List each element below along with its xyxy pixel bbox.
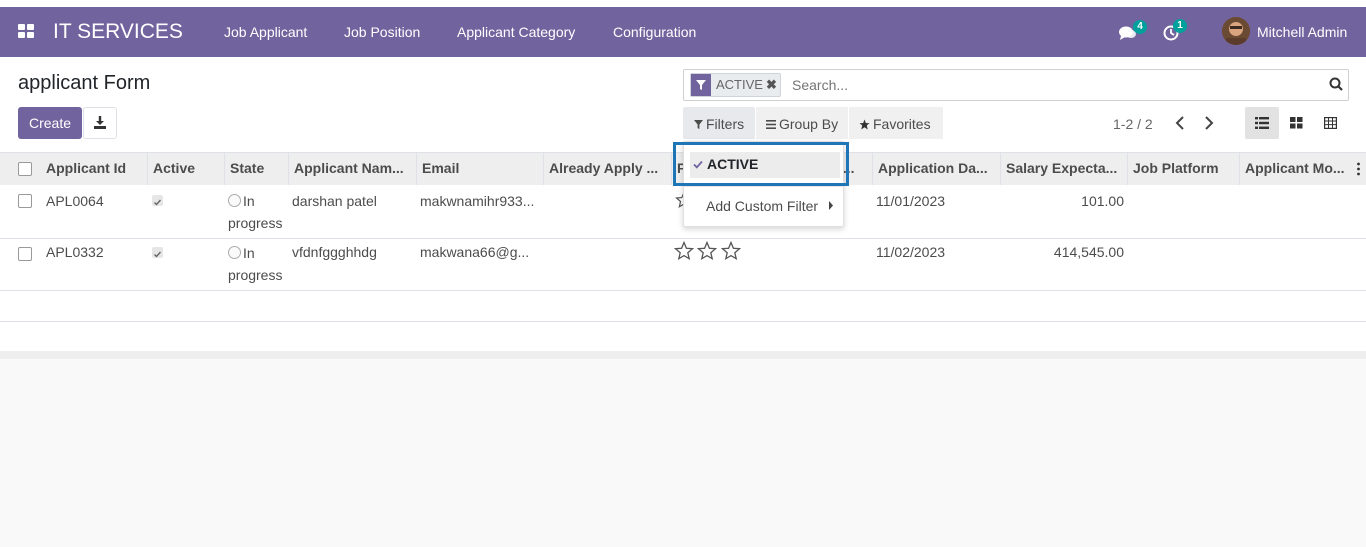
column-active[interactable]: Active [147,153,225,185]
application-date: 11/01/2023 [876,193,946,209]
applicant-name: darshan patel [292,193,377,209]
state-radio-icon [228,246,241,259]
create-button[interactable]: Create [18,107,82,139]
pager-previous-icon[interactable] [1174,115,1186,134]
applicant-name: vfdnfggghhdg [292,244,377,260]
page-title: applicant Form [18,72,151,94]
list-view-button[interactable] [1245,107,1279,139]
applicant-id: APL0064 [46,193,104,209]
activity-badge: 1 [1173,19,1187,33]
table-footer-bar [0,351,1366,359]
pager-value[interactable]: 1-2 / 2 [1113,116,1153,132]
kanban-view-button[interactable] [1280,107,1313,139]
messages-badge: 4 [1133,20,1147,34]
column-salary-expectation[interactable]: Salary Expecta... [1000,153,1128,185]
app-grid-icon[interactable] [18,24,35,39]
salary-expectation: 101.00 [1081,193,1124,209]
top-strip [0,0,1366,7]
select-all-checkbox[interactable] [18,162,32,176]
column-applicant-mobile[interactable]: Applicant Mo... [1239,153,1353,185]
search-input[interactable] [790,76,1314,94]
group-by-icon [766,120,776,129]
kanban-view-icon [1290,117,1303,129]
application-date: 11/02/2023 [876,244,946,260]
favorites-label: Favorites [873,116,931,132]
optional-columns-icon[interactable] [1357,162,1360,176]
favorites-button[interactable]: Favorites [849,107,943,139]
column-job-platform[interactable]: Job Platform [1127,153,1239,185]
row-checkbox[interactable] [18,247,32,261]
row-checkbox[interactable] [18,194,32,208]
applicant-email: makwnamihr933... [420,193,535,209]
column-applicant-name[interactable]: Applicant Nam... [288,153,416,185]
salary-expectation: 414,545.00 [1053,244,1124,260]
dropdown-divider [684,186,843,187]
group-by-button[interactable]: Group By [756,107,848,139]
state-value: In [228,245,255,261]
pivot-view-button[interactable] [1314,107,1347,139]
filters-label: Filters [706,116,745,132]
state-value-line2: progress [228,215,283,231]
column-state[interactable]: State [224,153,289,185]
download-icon [94,116,106,129]
column-already-apply[interactable]: Already Apply ... [543,153,672,185]
pager-next-icon[interactable] [1203,115,1215,134]
menu-applicant-category[interactable]: Applicant Category [457,24,575,40]
pivot-view-icon [1324,117,1337,129]
navbar: IT SERVICES Job Applicant Job Position A… [0,7,1366,57]
add-custom-filter[interactable]: Add Custom Filter [706,198,818,214]
applicant-id: APL0332 [46,244,104,260]
state-value-line2: progress [228,267,283,283]
search-icon[interactable] [1329,77,1343,94]
highlight-box [673,142,849,186]
state-value: In [228,193,255,209]
facet-remove-icon[interactable]: ✖ [766,74,780,96]
active-check-icon [152,195,163,206]
menu-configuration[interactable]: Configuration [613,24,696,40]
state-text: In [243,245,255,261]
applicant-email: makwana66@g... [420,244,530,260]
group-by-label: Group By [779,116,839,132]
menu-job-applicant[interactable]: Job Applicant [224,24,307,40]
state-radio-icon [228,194,241,207]
empty-row [0,290,1366,322]
page-background [0,359,1366,547]
table-row[interactable]: APL0332 In progress vfdnfggghhdg makwana… [0,239,1366,291]
column-email[interactable]: Email [416,153,544,185]
priority-stars[interactable] [674,241,746,261]
caret-right-icon [829,201,833,210]
add-custom-filter-label: Add Custom Filter [706,198,819,214]
list-view-icon [1255,117,1269,129]
column-application-date[interactable]: Application Da... [872,153,1001,185]
search-facet[interactable]: ACTIVE ✖ [690,73,781,97]
filter-icon [694,120,703,129]
search-box[interactable]: ACTIVE ✖ [683,69,1349,101]
user-avatar[interactable] [1222,17,1250,45]
filters-button[interactable]: Filters [683,107,755,139]
state-text: In [243,193,255,209]
facet-value: ACTIVE [716,77,763,92]
active-check-icon [152,247,163,258]
filter-facet-icon [691,74,711,96]
menu-job-position[interactable]: Job Position [344,24,420,40]
column-applicant-id[interactable]: Applicant Id [41,153,148,185]
download-button[interactable] [83,107,117,139]
star-icon [859,119,870,130]
app-brand[interactable]: IT SERVICES [53,20,183,44]
user-name[interactable]: Mitchell Admin [1257,24,1347,40]
